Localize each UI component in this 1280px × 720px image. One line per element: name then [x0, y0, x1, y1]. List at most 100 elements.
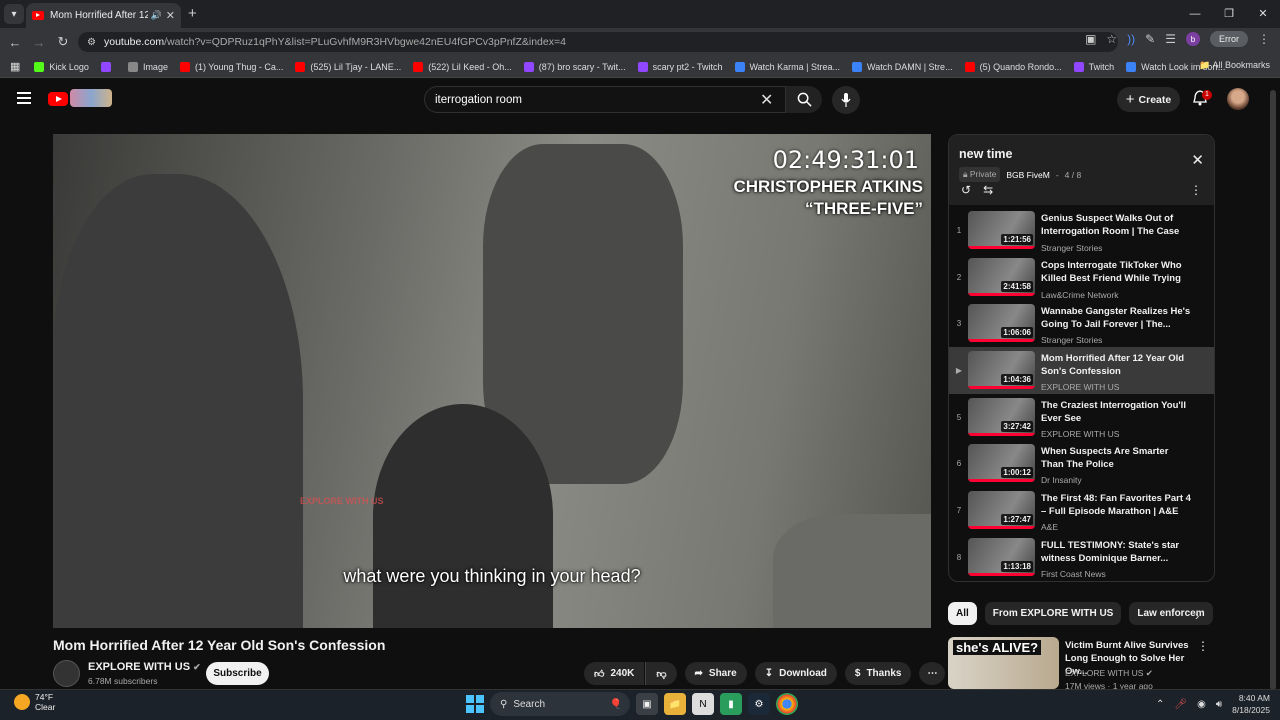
playlist-item[interactable]: 3 1:06:06 Wannabe Gangster Realizes He's G…	[949, 300, 1214, 347]
recommended-video[interactable]: she's ALIVE? Victim Burnt Alive Survives…	[948, 637, 1215, 691]
youtube-logo-icon[interactable]	[48, 92, 68, 106]
clear-search-icon[interactable]: ✕	[760, 90, 773, 110]
playlist-item[interactable]: 8 1:13:18 FULL TESTIMONY: State's star wit…	[949, 534, 1214, 581]
more-actions-button[interactable]: ⋯	[919, 662, 946, 685]
playlist-item-thumbnail[interactable]: 1:00:12	[968, 444, 1035, 483]
bookmark-item[interactable]: (87) bro scary - Twit...	[523, 61, 626, 72]
weather-widget[interactable]: 74°F Clear	[14, 692, 55, 712]
account-avatar[interactable]	[1227, 88, 1249, 110]
windows-start-icon[interactable]	[466, 695, 484, 713]
error-button[interactable]: Error	[1210, 31, 1248, 47]
bookmark-item[interactable]: (522) Lil Keed - Oh...	[413, 61, 512, 72]
search-button[interactable]	[786, 86, 822, 113]
media-controls-icon[interactable]: ☰	[1165, 32, 1176, 46]
playlist-item[interactable]: 5 3:27:42 The Craziest Interrogation You'l…	[949, 394, 1214, 441]
playlist-item[interactable]: 1 1:21:56 Genius Suspect Walks Out of Inte…	[949, 207, 1214, 254]
playlist-item[interactable]: ▶ 1:04:36 Mom Horrified After 12 Year Old …	[949, 347, 1214, 394]
page-scrollbar[interactable]	[1270, 90, 1276, 690]
file-explorer-icon[interactable]: 📁	[664, 693, 686, 715]
playlist-item-thumbnail[interactable]: 1:13:18	[968, 537, 1035, 576]
back-button[interactable]: ←	[3, 35, 27, 50]
loop-icon[interactable]: ↺	[961, 183, 971, 197]
profile-avatar[interactable]: b	[1186, 32, 1200, 46]
bookmark-item[interactable]: Twitch	[1073, 61, 1114, 72]
download-button[interactable]: ↧ Download	[754, 662, 837, 685]
bookmark-item[interactable]: Image	[127, 61, 168, 72]
url-bar[interactable]: ⚙ youtube.com/watch?v=QDPRuz1qPhY&list=P…	[78, 32, 1118, 52]
playlist-item-thumbnail[interactable]: 1:27:47	[968, 491, 1035, 530]
bookmark-item[interactable]: (1) Young Thug - Ca...	[179, 61, 283, 72]
thanks-button[interactable]: $ Thanks	[844, 662, 912, 685]
filter-chip[interactable]: Law enforcem	[1129, 602, 1213, 625]
playlist-item-thumbnail[interactable]: 1:06:06	[968, 304, 1035, 343]
restore-button[interactable]: ❐	[1212, 0, 1246, 28]
taskbar-search[interactable]: ⚲ Search 🎈	[490, 692, 630, 716]
share-button[interactable]: ➦ Share	[684, 662, 747, 685]
microphone-tray-icon[interactable]: 🎤︎	[1174, 699, 1187, 710]
minimize-button[interactable]: —	[1178, 0, 1212, 28]
bookmark-item[interactable]: (525) Lil Tjay - LANE...	[295, 61, 401, 72]
voice-search-button[interactable]	[832, 86, 860, 114]
menu-icon[interactable]	[17, 92, 31, 104]
chrome-icon[interactable]	[776, 693, 798, 715]
browser-menu-icon[interactable]: ⋮	[1258, 32, 1270, 46]
notes-app-icon[interactable]: N	[692, 693, 714, 715]
video-player[interactable]: 02:49:31:01 CHRISTOPHER ATKINS “THREE-FI…	[53, 134, 931, 628]
recommended-more-icon[interactable]: ⋮	[1197, 639, 1209, 653]
youtube-doodle[interactable]	[70, 89, 112, 107]
playlist-item-thumbnail[interactable]: 2:41:58	[968, 257, 1035, 296]
new-tab-button[interactable]: +	[188, 5, 197, 22]
bookmark-item[interactable]: Kick Logo	[34, 61, 89, 72]
playlist-item-thumbnail[interactable]: 1:21:56	[968, 211, 1035, 249]
filter-chip[interactable]: From EXPLORE WITH US	[984, 602, 1122, 625]
close-window-button[interactable]: ✕	[1246, 0, 1280, 28]
playlist-item[interactable]: 6 1:00:12 When Suspects Are Smarter Than T…	[949, 440, 1214, 487]
all-bookmarks[interactable]: 📁 All Bookmarks	[1199, 60, 1270, 71]
close-playlist-icon[interactable]: ✕	[1191, 151, 1204, 169]
chevron-right-icon[interactable]: ›	[1195, 608, 1199, 623]
bookmark-item[interactable]: Watch Karma | Strea...	[734, 61, 840, 72]
channel-avatar[interactable]	[53, 660, 80, 687]
subscribe-button[interactable]: Subscribe	[206, 662, 269, 685]
forward-button[interactable]: →	[27, 35, 51, 50]
recommended-channel[interactable]: EXPLORE WITH US ✔	[1065, 668, 1153, 679]
volume-icon[interactable]: 🔊︎	[1216, 699, 1222, 710]
taskbar-clock[interactable]: 8:40 AM 8/18/2025	[1232, 692, 1270, 716]
install-app-icon[interactable]: ▣	[1085, 32, 1096, 46]
playlist-item[interactable]: 7 1:27:47 The First 48: Fan Favorites Part…	[949, 487, 1214, 534]
apps-grid-icon[interactable]: ▦	[10, 60, 20, 73]
search-input[interactable]: iterrogation room	[424, 86, 786, 113]
recommended-thumbnail[interactable]: she's ALIVE?	[948, 637, 1059, 689]
playlist-item-thumbnail[interactable]: 1:04:36	[968, 351, 1035, 390]
dislike-button[interactable]: 👎︎	[645, 662, 677, 685]
task-view-icon[interactable]: ▣	[636, 693, 658, 715]
bookmark-star-icon[interactable]: ☆	[1106, 32, 1117, 46]
bookmark-item[interactable]: Watch DAMN | Stre...	[852, 61, 953, 72]
bookmark-item[interactable]	[100, 61, 116, 72]
extensions-icon[interactable]: ✎	[1145, 32, 1155, 46]
spreadsheet-app-icon[interactable]: ▮	[720, 693, 742, 715]
playlist-more-icon[interactable]: ⋮	[1190, 183, 1202, 197]
audio-icon[interactable]: 🔊	[151, 10, 162, 21]
create-button[interactable]: + Create	[1117, 87, 1180, 112]
bookmark-item[interactable]: scary pt2 - Twitch	[637, 61, 723, 72]
playlist-item[interactable]: 2 2:41:58 Cops Interrogate TikToker Who Ki…	[949, 254, 1214, 301]
wifi-icon[interactable]: ◉	[1197, 699, 1206, 710]
playlist-owner[interactable]: BGB FiveM	[1006, 170, 1049, 180]
channel-name[interactable]: EXPLORE WITH US ✔	[88, 661, 201, 673]
playlist-item-thumbnail[interactable]: 3:27:42	[968, 397, 1035, 436]
site-info-icon[interactable]: ⚙	[87, 37, 96, 48]
voice-extension-icon[interactable]: ))	[1127, 32, 1135, 46]
bookmark-item[interactable]: (5) Quando Rondo...	[964, 61, 1062, 72]
bookmark-label: (87) bro scary - Twit...	[538, 61, 626, 72]
shuffle-icon[interactable]: ⇆	[983, 183, 993, 197]
tray-overflow-icon[interactable]: ⌃	[1156, 699, 1164, 710]
browser-tab-active[interactable]: Mom Horrified After 12 Ye 🔊 ✕	[26, 3, 181, 28]
playlist-title[interactable]: new time	[959, 147, 1204, 161]
tab-search-button[interactable]: ▾	[4, 4, 24, 24]
filter-chip[interactable]: All	[948, 602, 977, 625]
like-button[interactable]: 👍︎ 240K	[584, 662, 645, 685]
reload-button[interactable]: ↻	[51, 34, 75, 50]
steam-icon[interactable]: ⚙	[748, 693, 770, 715]
close-tab-icon[interactable]: ✕	[166, 9, 175, 22]
